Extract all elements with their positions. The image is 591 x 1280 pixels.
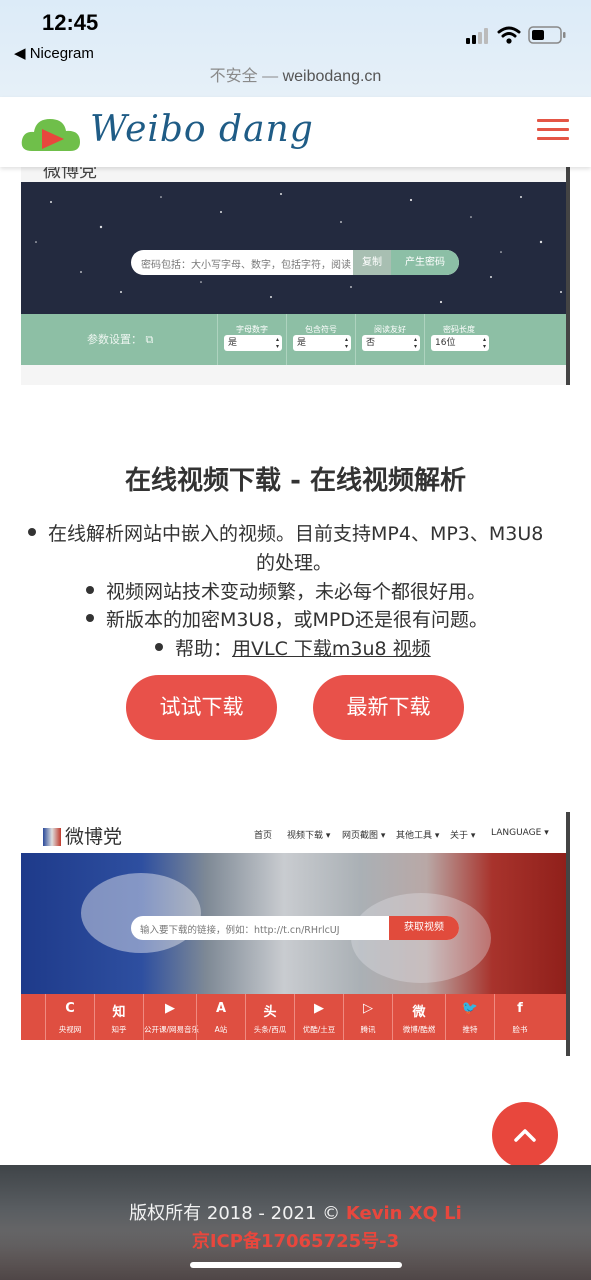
bullet-dot [28, 528, 36, 536]
hamburger-menu-icon[interactable] [537, 119, 569, 143]
starry-background: 密码包括：大小写字母、数字，包括字符，阅读 复制 产生密码 [21, 182, 569, 314]
wifi-icon [497, 26, 521, 44]
domain-text: weibodang.cn [282, 68, 382, 85]
video-url-input[interactable]: 输入要下载的链接，例如：http://t.cn/RHrlcUJ 获取视频 [131, 916, 459, 940]
try-download-button[interactable]: 试试下载 [126, 675, 277, 740]
generate-password-button[interactable]: 产生密码 [391, 250, 459, 275]
back-to-app[interactable]: ◀ Nicegram [14, 44, 94, 62]
home-indicator[interactable] [190, 1262, 402, 1268]
bullet-dot [86, 614, 94, 622]
preview-menu-tools[interactable]: 其他工具 ▾ [396, 828, 439, 841]
site-tencent[interactable]: ▷ 腾讯 [343, 994, 392, 1040]
bullet-text-cont: 的处理。 [256, 552, 333, 574]
help-line: 帮助：用VLC 下载m3u8 视频 [175, 634, 431, 661]
bullet-text: 在线解析网站中嵌入的视频。目前支持MP4、MP3、M3U8 [48, 523, 544, 545]
latest-download-button[interactable]: 最新下载 [313, 675, 464, 740]
preview-menu-home[interactable]: 首页 [254, 828, 272, 841]
preview-menu-video[interactable]: 视频下载 ▾ [287, 828, 330, 841]
twitter-icon: 🐦 [461, 1001, 479, 1016]
clock: 12:45 [42, 10, 99, 35]
option-readable[interactable]: 阅读友好 否 [355, 314, 424, 365]
icp-link[interactable]: 京ICP备17065725号-3 [0, 1227, 591, 1253]
option-letters-digits[interactable]: 字母数字 是 [217, 314, 286, 365]
site-shortcuts-bar: C 央视网 知知乎 ▶ 公开课/网易音乐 A A站 头头条/西瓜 ▶ 优酷/土豆 ▷ 腾讯… [21, 994, 569, 1040]
site-zhihu[interactable]: 知知乎 [94, 994, 143, 1040]
video-downloader-preview[interactable]: 微博党 首页 视频下载 ▾ 网页截图 ▾ 其他工具 ▾ 关于 ▾ LANGUAG… [21, 812, 569, 1040]
password-output-field[interactable]: 密码包括：大小写字母、数字，包括字符，阅读 复制 产生密码 [131, 250, 459, 275]
site-weibo[interactable]: 微微博/酷燃 [392, 994, 445, 1040]
preview-menu-screenshot[interactable]: 网页截图 ▾ [342, 828, 385, 841]
password-tool-preview[interactable]: 微博党 密码包括：大小写字母、数字，包括字符，阅读 复制 产生密码 参数设置： … [21, 167, 569, 385]
battery-icon [528, 26, 566, 44]
copy-button[interactable]: 复制 [353, 250, 391, 275]
weibo-icon: 微 [412, 1005, 426, 1020]
tencent-video-icon: ▷ [363, 1001, 373, 1016]
flag-logo-icon [43, 828, 61, 846]
fetch-video-button[interactable]: 获取视频 [389, 916, 459, 940]
address-bar[interactable]: 不安全 — weibodang.cn [0, 62, 591, 86]
preview-menu-about[interactable]: 关于 ▾ [450, 828, 475, 841]
settings-label: 参数设置： ⧉ [87, 333, 154, 346]
settings-bar: 参数设置： ⧉ 字母数字 是 包含符号 是 阅读友好 否 密码长度 16位 [21, 314, 569, 365]
option-length[interactable]: 密码长度 16位 [424, 314, 493, 365]
chevron-up-icon [514, 1129, 536, 1142]
status-bar: 12:45 ◀ Nicegram 不安全 — weibodang.cn [0, 0, 591, 97]
preview-logo: 微博党 [43, 822, 122, 849]
select-letters-digits[interactable]: 是 [224, 335, 282, 351]
vlc-help-link[interactable]: 用VLC 下载m3u8 视频 [232, 638, 431, 660]
site-facebook[interactable]: f 脸书 [494, 994, 545, 1040]
bullet-dot [86, 586, 94, 594]
toutiao-icon: 头 [263, 1005, 277, 1020]
site-header: Weibo dang [0, 97, 591, 167]
site-acfun[interactable]: A A站 [196, 994, 245, 1040]
select-length[interactable]: 16位 [431, 335, 489, 351]
facebook-icon: f [517, 1001, 523, 1016]
back-to-top-button[interactable] [492, 1102, 558, 1168]
cctv-icon: C [65, 1001, 75, 1016]
copyright-line: 版权所有 2018 - 2021 © Kevin XQ Li [129, 1203, 462, 1224]
help-prefix: 帮助： [175, 638, 233, 660]
select-symbols[interactable]: 是 [293, 335, 351, 351]
zhihu-icon: 知 [112, 1005, 126, 1020]
acfun-icon: A [215, 1001, 227, 1016]
preview-menu-language[interactable]: LANGUAGE ▾ [491, 828, 549, 838]
site-cctv[interactable]: C 央视网 [45, 994, 94, 1040]
bullet-text: 视频网站技术变动频繁，未必每个都很好用。 [106, 581, 487, 603]
section-title: 在线视频下载 - 在线视频解析 [125, 466, 466, 496]
option-symbols[interactable]: 包含符号 是 [286, 314, 355, 365]
bullet-dot [155, 643, 163, 651]
insecure-label: 不安全 — [209, 68, 279, 85]
signal-icon [466, 28, 488, 44]
stars-decoration [35, 193, 562, 304]
site-toutiao[interactable]: 头头条/西瓜 [245, 994, 294, 1040]
cloud-play-logo-icon[interactable] [20, 113, 84, 155]
select-readable[interactable]: 否 [362, 335, 420, 351]
site-163[interactable]: ▶ 公开课/网易音乐 [143, 994, 199, 1040]
video-url-placeholder: 输入要下载的链接，例如：http://t.cn/RHrlcUJ [140, 925, 340, 936]
password-placeholder: 密码包括：大小写字母、数字，包括字符，阅读 [141, 260, 351, 271]
preview-scrollbar[interactable] [566, 167, 570, 385]
play-icon: ▶ [165, 1001, 175, 1016]
back-app-name: Nicegram [29, 45, 94, 62]
author-link[interactable]: Kevin XQ Li [346, 1203, 462, 1224]
logo-text[interactable]: Weibo dang [90, 109, 314, 150]
site-youku[interactable]: ▶ 优酷/土豆 [294, 994, 343, 1040]
partial-logo: 微博党 [43, 167, 97, 182]
youku-icon: ▶ [314, 1001, 324, 1016]
preview-navbar: 微博党 首页 视频下载 ▾ 网页截图 ▾ 其他工具 ▾ 关于 ▾ LANGUAG… [21, 812, 569, 853]
bullet-text: 新版本的加密M3U8，或MPD还是很有问题。 [106, 609, 488, 631]
site-twitter[interactable]: 🐦 推特 [445, 994, 494, 1040]
preview-scrollbar[interactable] [566, 812, 570, 1056]
